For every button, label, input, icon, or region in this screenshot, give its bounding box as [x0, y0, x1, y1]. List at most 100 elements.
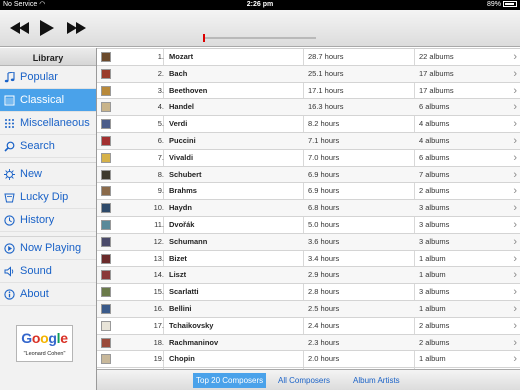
table-row[interactable]: 19. Chopin 2.0 hours 1 album ›	[97, 351, 520, 369]
table-row[interactable]: 12. Schumann 3.6 hours 3 albums ›	[97, 233, 520, 251]
table-row[interactable]: 4. Handel 16.3 hours 6 albums ›	[97, 99, 520, 117]
note-icon	[4, 72, 15, 83]
tab-all-composers[interactable]: All Composers	[275, 373, 333, 388]
chevron-right-icon: ›	[513, 84, 517, 97]
tab-album-artists[interactable]: Album Artists	[350, 373, 403, 388]
composer-albums: 2 albums	[419, 320, 450, 330]
table-row[interactable]: 2. Bach 25.1 hours 17 albums ›	[97, 65, 520, 83]
composer-name: Liszt	[169, 270, 187, 280]
album-thumbnail	[101, 152, 111, 163]
sidebar-item-search[interactable]: Search	[0, 135, 96, 158]
progress-knob[interactable]	[203, 34, 205, 42]
composer-name: Brahms	[169, 186, 197, 196]
composer-albums: 1 album	[419, 354, 446, 364]
row-rank: 3.	[157, 85, 164, 95]
composer-table: 1. Mozart 28.7 hours 22 albums › 2. Bach 25.1 h…	[97, 48, 520, 369]
chevron-right-icon: ›	[513, 51, 517, 63]
composer-name: Verdi	[169, 119, 188, 129]
album-thumbnail	[101, 102, 111, 113]
previous-button[interactable]	[10, 18, 30, 38]
battery-status: 89%	[487, 0, 517, 10]
row-rank: 5.	[157, 119, 164, 129]
table-row[interactable]: 3. Beethoven 17.1 hours 17 albums ›	[97, 83, 520, 100]
table-row[interactable]: 11. Dvořák 5.0 hours 3 albums ›	[97, 217, 520, 234]
chevron-right-icon: ›	[513, 218, 517, 231]
sidebar-item-history[interactable]: History	[0, 209, 96, 232]
table-row[interactable]: 9. Brahms 6.9 hours 2 albums ›	[97, 183, 520, 201]
table-row[interactable]: 10. Haydn 6.8 hours 3 albums ›	[97, 200, 520, 217]
sidebar-item-label: Sound	[20, 265, 52, 277]
composer-albums: 4 albums	[419, 119, 450, 129]
album-thumbnail	[101, 186, 111, 197]
progress-track[interactable]	[203, 34, 316, 42]
row-rank: 11.	[154, 219, 164, 229]
composer-hours: 17.1 hours	[308, 85, 344, 95]
album-thumbnail	[101, 287, 111, 298]
row-rank: 15.	[153, 287, 164, 297]
album-thumbnail	[101, 236, 111, 247]
table-row[interactable]: 16. Bellini 2.5 hours 1 album ›	[97, 300, 520, 318]
info-icon	[4, 289, 15, 300]
table-body: 1. Mozart 28.7 hours 22 albums › 2. Bach 25.1 h…	[97, 49, 520, 369]
clock-icon	[4, 215, 15, 226]
album-thumbnail	[101, 85, 111, 96]
composer-albums: 3 albums	[419, 203, 450, 213]
composer-hours: 8.2 hours	[308, 119, 340, 129]
table-row[interactable]: 13. Bizet 3.4 hours 1 album ›	[97, 251, 520, 268]
table-row[interactable]: 7. Vivaldi 7.0 hours 6 albums ›	[97, 150, 520, 167]
tab-top-20-composers[interactable]: Top 20 Composers	[193, 373, 267, 388]
chevron-right-icon: ›	[513, 286, 517, 299]
composer-name: Bellini	[169, 303, 192, 313]
sidebar-item-popular[interactable]: Popular	[0, 66, 96, 89]
bottom-tab-bar: Top 20 Composers All Composers Album Art…	[97, 369, 520, 390]
composer-name: Rachmaninov	[169, 337, 219, 347]
composer-albums: 1 album	[419, 270, 446, 280]
sidebar-item-new[interactable]: New	[0, 163, 96, 186]
composer-name: Chopin	[169, 354, 195, 364]
sidebar-item-miscellaneous[interactable]: Miscellaneous	[0, 112, 96, 135]
sidebar-item-now-playing[interactable]: Now Playing	[0, 237, 96, 260]
composer-hours: 2.0 hours	[308, 354, 340, 364]
google-search-button[interactable]: Google "Leonard Cohen"	[16, 325, 73, 362]
sidebar-item-label: Search	[20, 140, 55, 152]
album-thumbnail	[101, 270, 111, 281]
sidebar-item-sound[interactable]: Sound	[0, 260, 96, 283]
table-row[interactable]: 1. Mozart 28.7 hours 22 albums ›	[97, 49, 520, 66]
chevron-right-icon: ›	[513, 353, 517, 366]
composer-hours: 6.8 hours	[308, 203, 340, 213]
table-row[interactable]: 6. Puccini 7.1 hours 4 albums ›	[97, 132, 520, 150]
sparkle-icon	[4, 169, 15, 180]
composer-hours: 3.6 hours	[308, 236, 340, 246]
album-thumbnail	[101, 169, 111, 180]
chevron-right-icon: ›	[513, 252, 517, 265]
table-row[interactable]: 15. Scarlatti 2.8 hours 3 albums ›	[97, 284, 520, 301]
sidebar-item-label: Popular	[20, 71, 58, 83]
clock: 2:26 pm	[246, 1, 274, 8]
sidebar-item-about[interactable]: About	[0, 283, 96, 306]
speaker-icon	[4, 266, 15, 277]
composer-albums: 4 albums	[419, 135, 450, 145]
row-rank: 14.	[153, 270, 164, 280]
composer-name: Puccini	[169, 135, 196, 145]
sidebar-item-lucky-dip[interactable]: Lucky Dip	[0, 186, 96, 209]
chevron-right-icon: ›	[513, 185, 517, 198]
table-row[interactable]: 18. Rachmaninov 2.3 hours 2 albums ›	[97, 334, 520, 352]
next-button[interactable]	[67, 18, 87, 38]
play-circle-icon	[4, 243, 15, 254]
composer-name: Schubert	[169, 169, 202, 179]
row-rank: 18.	[153, 337, 164, 347]
library-title: Library	[0, 48, 96, 66]
table-row[interactable]: 17. Tchaikovsky 2.4 hours 2 albums ›	[97, 318, 520, 335]
composer-hours: 16.3 hours	[308, 102, 344, 112]
chevron-right-icon: ›	[513, 134, 517, 147]
table-row[interactable]: 14. Liszt 2.9 hours 1 album ›	[97, 267, 520, 285]
sidebar-item-label: Now Playing	[20, 242, 82, 254]
chevron-right-icon: ›	[513, 151, 517, 164]
composer-hours: 7.0 hours	[308, 152, 340, 162]
table-row[interactable]: 8. Schubert 6.9 hours 7 albums ›	[97, 166, 520, 184]
sidebar-item-classical[interactable]: Classical	[0, 89, 96, 112]
player-toolbar	[0, 10, 520, 47]
play-button[interactable]	[40, 18, 54, 38]
play-icon	[40, 20, 54, 36]
table-row[interactable]: 5. Verdi 8.2 hours 4 albums ›	[97, 116, 520, 133]
